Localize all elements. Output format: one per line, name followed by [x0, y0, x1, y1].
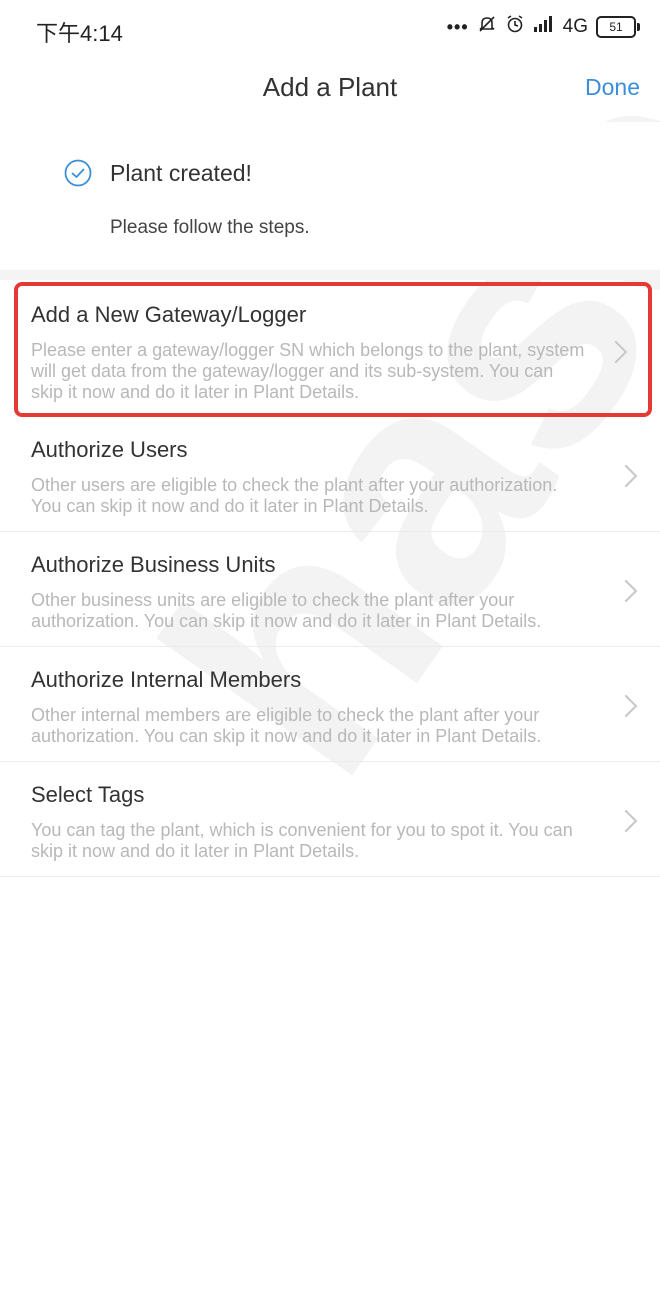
- signal-icon: [533, 15, 555, 39]
- status-icons: ••• 4G 51: [446, 14, 640, 40]
- network-type: 4G: [562, 16, 588, 37]
- screen: hase 下午4:14 ••• 4G 51 Add a Plant Done P…: [0, 0, 660, 1294]
- step-title: Add a New Gateway/Logger: [31, 302, 307, 327]
- step-title: Authorize Business Units: [31, 552, 276, 577]
- page-title: Add a Plant: [262, 72, 398, 102]
- step-description: Other users are eligible to check the pl…: [31, 475, 558, 516]
- step-authorize-internal-members[interactable]: Authorize Internal Members Other interna…: [0, 647, 660, 762]
- step-title: Authorize Internal Members: [31, 667, 302, 692]
- chevron-right-icon: [614, 694, 638, 718]
- step-title: Select Tags: [31, 782, 145, 807]
- chevron-right-icon: [614, 579, 638, 603]
- chevron-right-icon: [604, 340, 628, 363]
- status-bar: 下午4:14 ••• 4G 51: [0, 0, 660, 56]
- status-time: 下午4:14: [36, 21, 123, 46]
- check-circle-icon: [64, 159, 92, 187]
- nav-bar: Add a Plant Done: [0, 56, 660, 122]
- step-description: You can tag the plant, which is convenie…: [31, 820, 573, 861]
- plant-created-subtitle: Please follow the steps.: [110, 217, 310, 238]
- plant-created-section: Plant created! Please follow the steps.: [0, 122, 660, 272]
- step-description: Other business units are eligible to che…: [31, 590, 542, 631]
- step-title: Authorize Users: [31, 437, 188, 462]
- more-dots-icon: •••: [446, 16, 469, 37]
- plant-created-title: Plant created!: [110, 160, 252, 186]
- section-separator: [0, 270, 660, 280]
- step-description: Other internal members are eligible to c…: [31, 705, 542, 746]
- done-button[interactable]: Done: [585, 74, 640, 101]
- step-add-gateway-logger[interactable]: Add a New Gateway/Logger Please enter a …: [14, 282, 652, 417]
- chevron-right-icon: [614, 809, 638, 833]
- step-authorize-business-units[interactable]: Authorize Business Units Other business …: [0, 532, 660, 647]
- steps-list: Add a New Gateway/Logger Please enter a …: [0, 280, 660, 877]
- chevron-right-icon: [614, 464, 638, 488]
- step-select-tags[interactable]: Select Tags You can tag the plant, which…: [0, 762, 660, 877]
- step-authorize-users[interactable]: Authorize Users Other users are eligible…: [0, 417, 660, 532]
- battery-icon: 51: [596, 16, 640, 38]
- mute-icon: [477, 14, 497, 40]
- step-description: Please enter a gateway/logger SN which b…: [31, 340, 585, 402]
- alarm-icon: [505, 14, 525, 40]
